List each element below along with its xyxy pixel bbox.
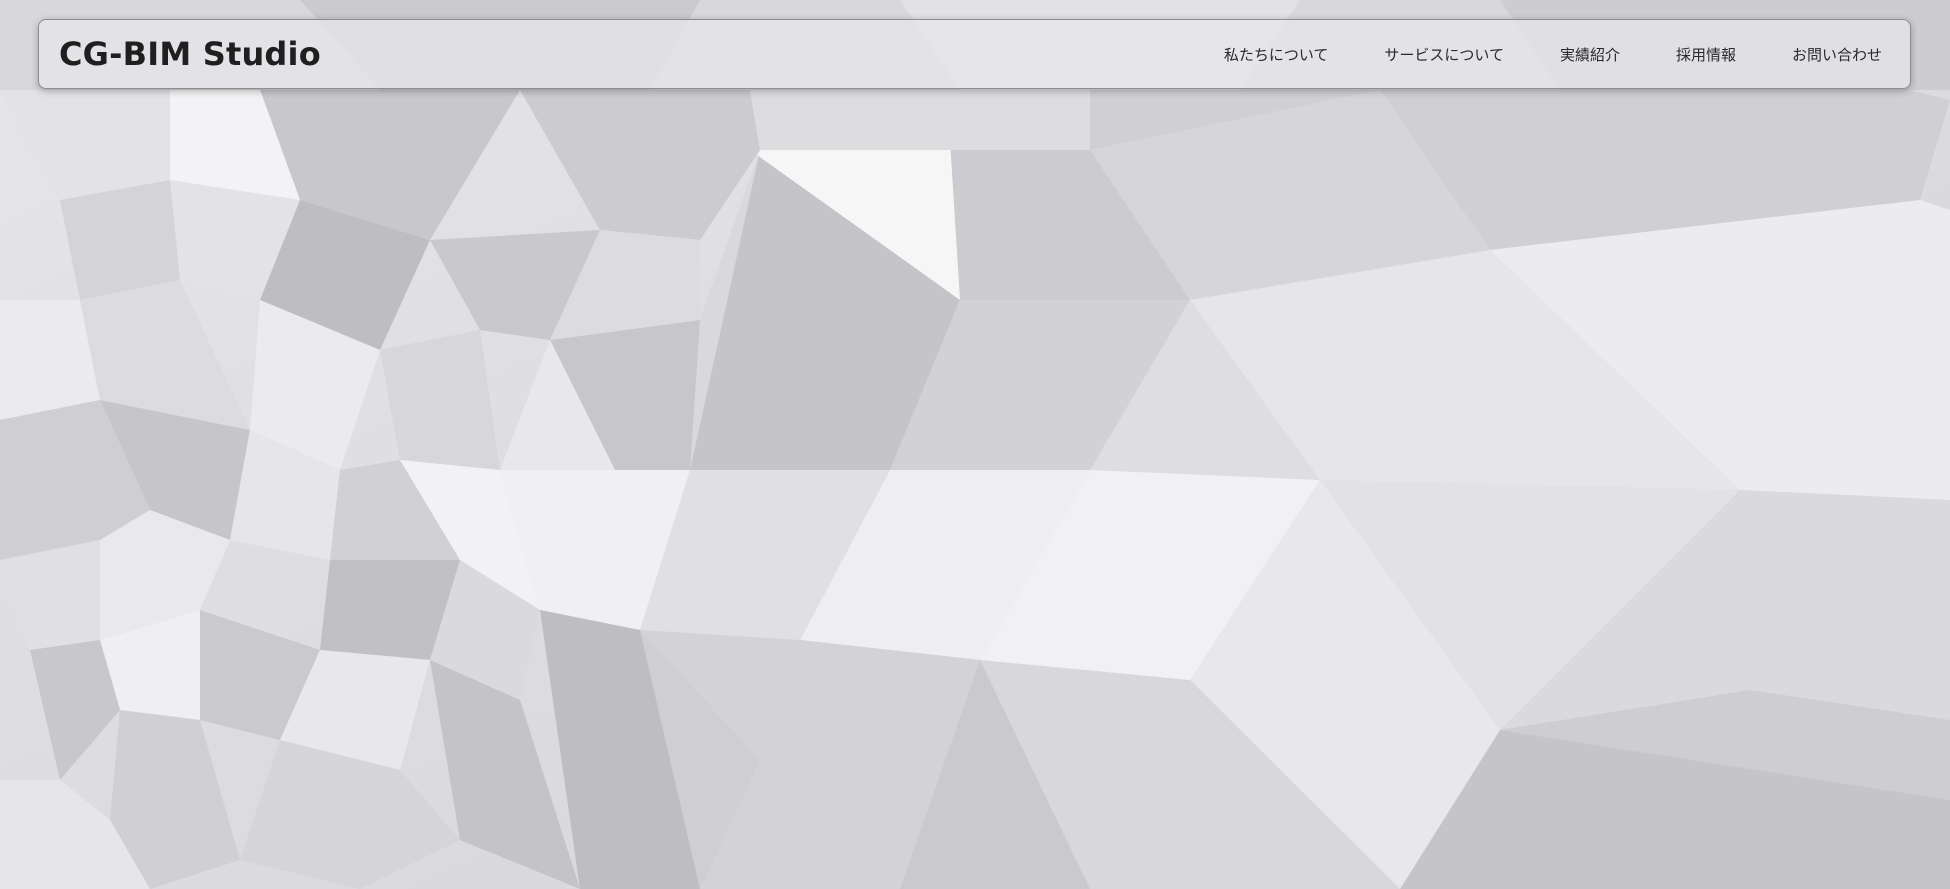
nav-link-contact[interactable]: お問い合わせ [1792, 44, 1882, 65]
nav-link-recruit[interactable]: 採用情報 [1676, 44, 1736, 65]
top-navbar: CG-BIM Studio 私たちについて サービスについて 実績紹介 採用情報… [38, 19, 1911, 89]
nav-link-works[interactable]: 実績紹介 [1560, 44, 1620, 65]
site-logo-link[interactable]: CG-BIM Studio [59, 35, 321, 73]
hero-background [0, 0, 1950, 889]
low-poly-pattern [0, 0, 1950, 889]
nav-links: 私たちについて サービスについて 実績紹介 採用情報 お問い合わせ [1224, 44, 1882, 65]
nav-link-services[interactable]: サービスについて [1384, 44, 1504, 65]
nav-link-about[interactable]: 私たちについて [1224, 44, 1329, 65]
